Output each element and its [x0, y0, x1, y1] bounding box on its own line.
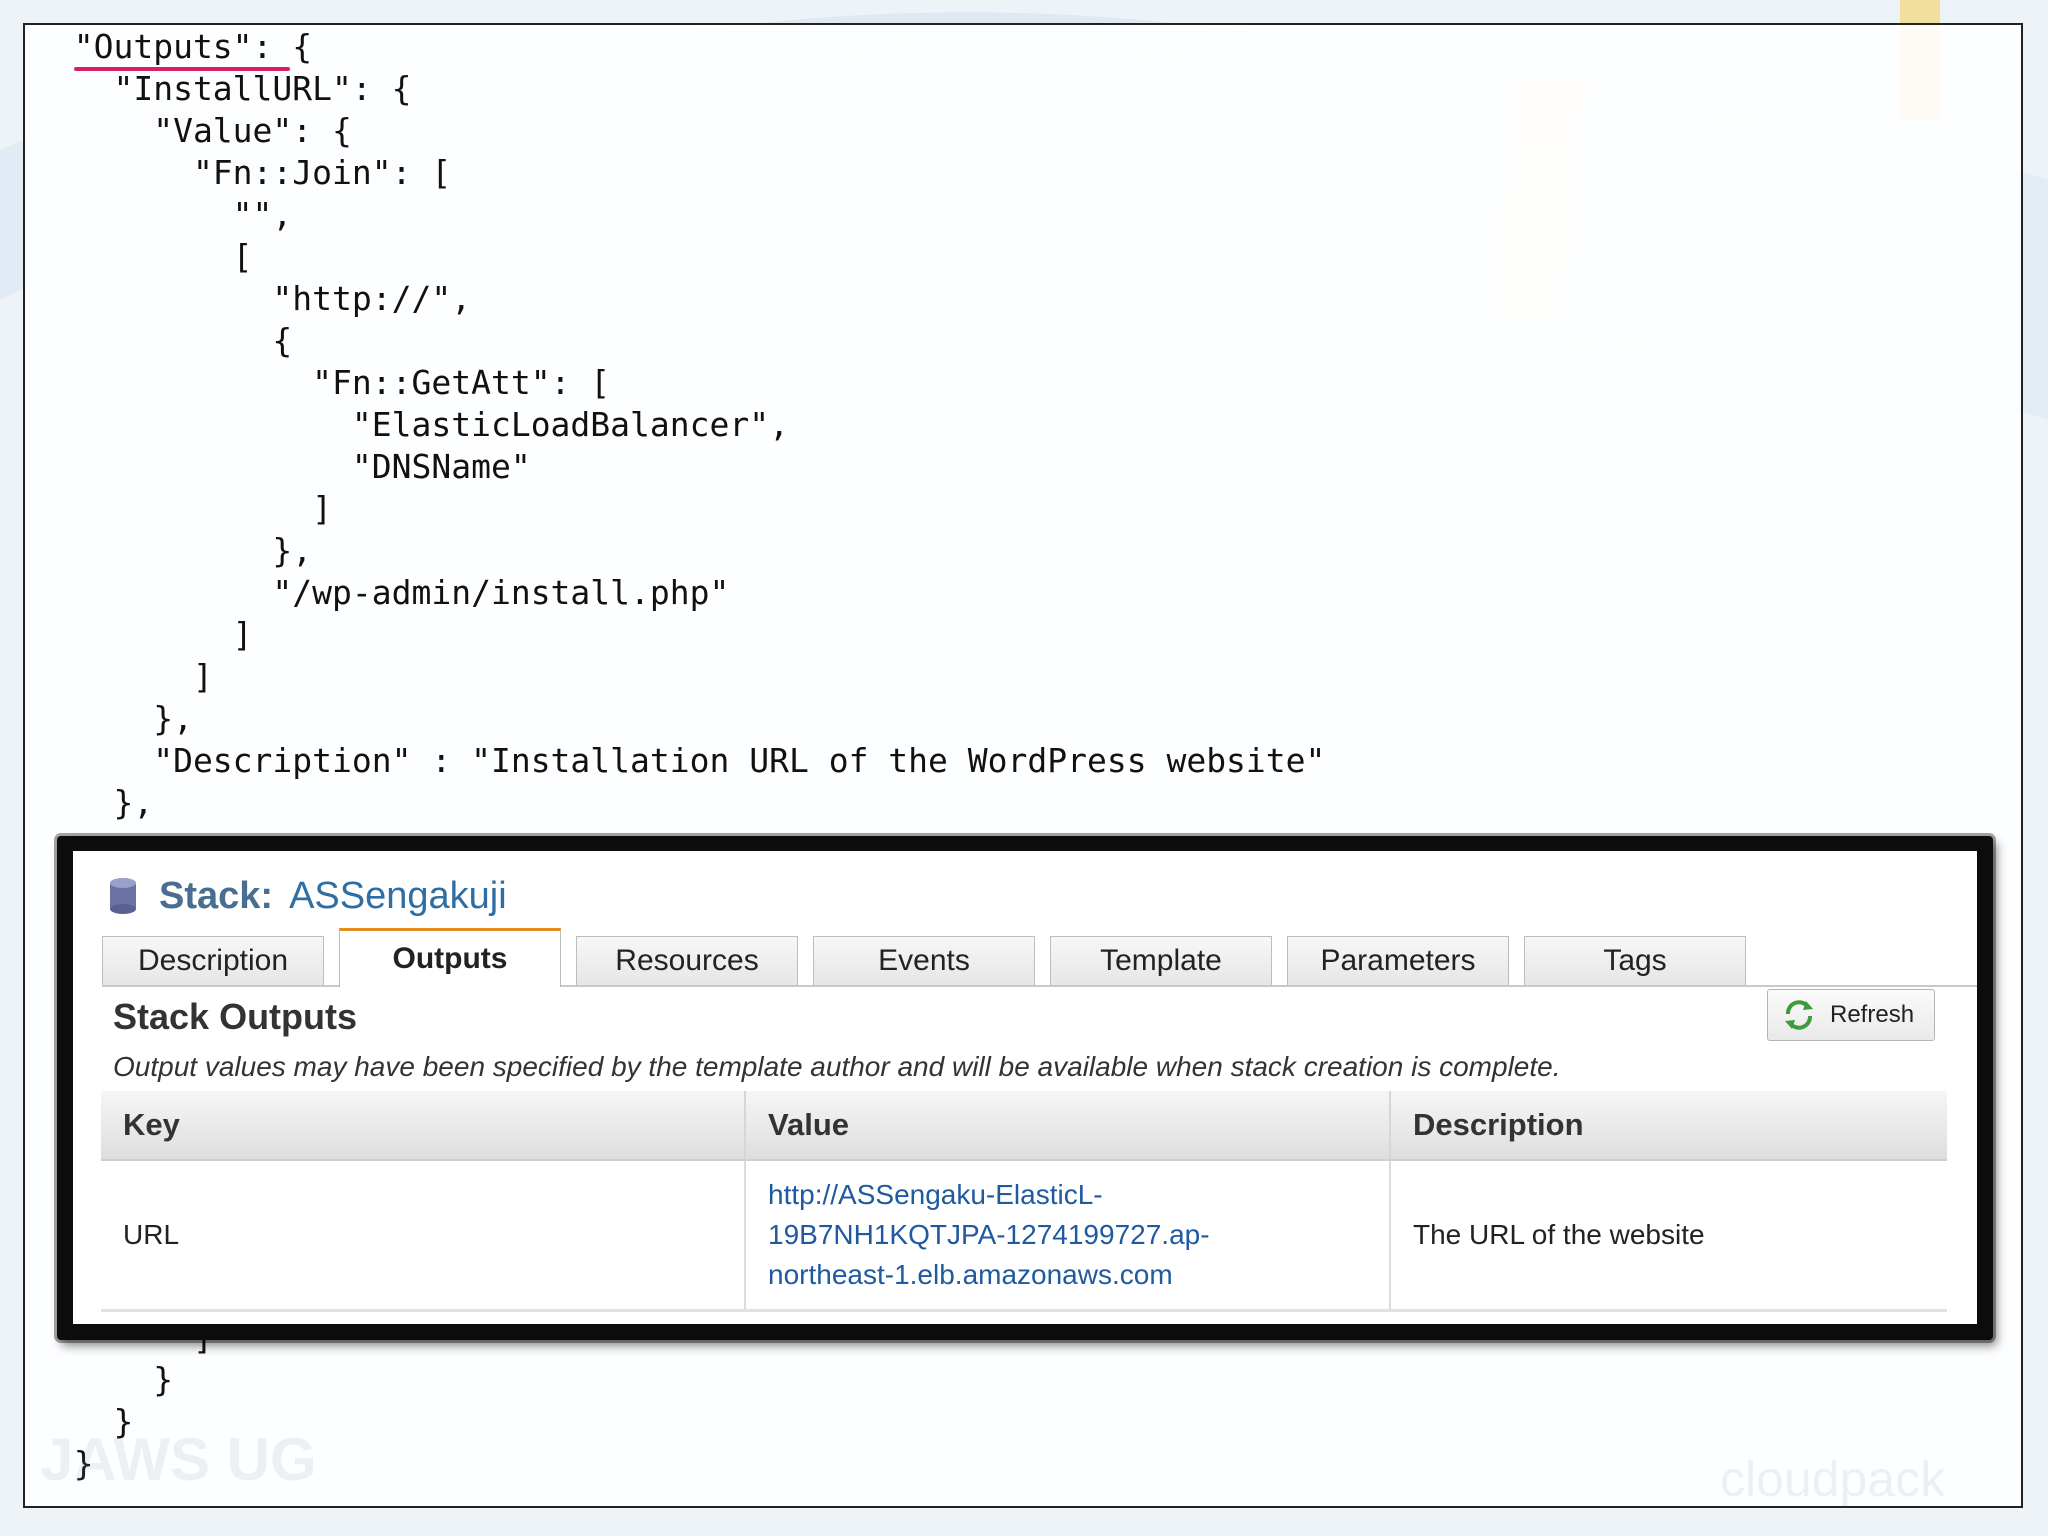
code-line: "http://", — [34, 279, 472, 318]
refresh-label: Refresh — [1830, 1001, 1915, 1028]
url-line: http://ASSengaku-ElasticL- — [768, 1179, 1103, 1210]
code-line: [ — [34, 237, 253, 276]
tab-bar: Description Outputs Resources Events Templat… — [102, 928, 1977, 987]
code-line: "InstallURL": { — [34, 69, 412, 108]
code-line: ] — [34, 615, 253, 654]
code-line: ] — [34, 489, 333, 528]
code-line: "Fn::GetAtt": [ — [34, 363, 611, 402]
database-icon — [110, 878, 136, 914]
code-line: } — [34, 1360, 174, 1399]
section-title: Stack Outputs — [113, 996, 358, 1037]
refresh-icon — [1785, 1000, 1813, 1030]
tab-resources[interactable]: Resources — [576, 936, 798, 985]
table-row: URL http://ASSengaku-ElasticL- 19B7NH1KQ… — [101, 1160, 1947, 1312]
code-line: "Outputs": { — [34, 27, 313, 66]
stack-name: ASSengakuji — [289, 874, 507, 917]
column-header-description[interactable]: Description — [1390, 1091, 1947, 1161]
column-header-value[interactable]: Value — [745, 1091, 1391, 1161]
output-url-link[interactable]: http://ASSengaku-ElasticL- 19B7NH1KQTJPA… — [768, 1175, 1388, 1295]
tab-parameters[interactable]: Parameters — [1287, 936, 1509, 985]
outputs-table: Key Value Description URL http://ASSenga… — [101, 1091, 1947, 1312]
refresh-button[interactable]: Refresh — [1767, 989, 1935, 1041]
code-line: "Fn::Join": [ — [34, 153, 452, 192]
stack-outputs-panel: Stack: ASSengakuji Description Outputs Res… — [73, 851, 1977, 1324]
code-line: "Description" : "Installation URL of the… — [34, 741, 1326, 780]
tab-outputs[interactable]: Outputs — [339, 928, 561, 987]
stack-header: Stack: ASSengakuji — [107, 871, 507, 921]
code-line: }, — [34, 699, 193, 738]
url-line: northeast-1.elb.amazonaws.com — [768, 1259, 1173, 1290]
watermark-left: JAWS UG — [40, 1426, 317, 1493]
stack-label: Stack: — [159, 874, 274, 917]
output-value: http://ASSengaku-ElasticL- 19B7NH1KQTJPA… — [745, 1160, 1391, 1312]
output-key: URL — [101, 1160, 746, 1312]
code-line: }, — [34, 783, 154, 822]
tab-template[interactable]: Template — [1050, 936, 1272, 985]
code-line: "/wp-admin/install.php" — [34, 573, 730, 612]
section-description: Output values may have been specified by… — [113, 1051, 1561, 1082]
code-line: { — [34, 321, 293, 360]
tab-tags[interactable]: Tags — [1524, 936, 1746, 985]
table-header-row: Key Value Description — [101, 1091, 1947, 1161]
outputs-underline — [74, 67, 290, 71]
watermark-right: cloudpack — [1720, 1451, 1946, 1507]
code-line: "Value": { — [34, 111, 352, 150]
code-line: ] — [34, 657, 213, 696]
code-line: "ElasticLoadBalancer", — [34, 405, 789, 444]
code-line: }, — [34, 531, 313, 570]
code-line: "DNSName" — [34, 447, 531, 486]
url-line: 19B7NH1KQTJPA-1274199727.ap- — [768, 1219, 1210, 1250]
output-description: The URL of the website — [1390, 1160, 1947, 1312]
tab-description[interactable]: Description — [102, 936, 324, 985]
column-header-key[interactable]: Key — [101, 1091, 746, 1161]
tab-events[interactable]: Events — [813, 936, 1035, 985]
code-line: "", — [34, 195, 293, 234]
